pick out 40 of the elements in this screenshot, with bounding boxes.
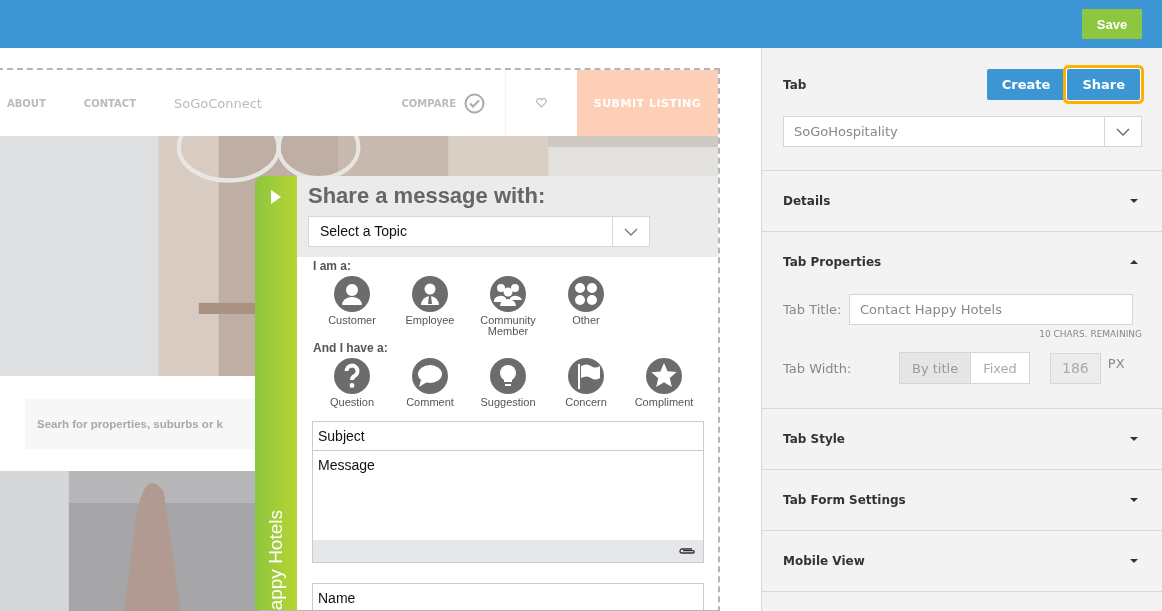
tab-label: appy Hotels [265, 509, 287, 610]
feedback-option[interactable]: Suggestion [469, 358, 547, 421]
role-option[interactable]: Other [547, 276, 625, 339]
role-option[interactable]: Employee [391, 276, 469, 339]
question-mark-icon[interactable] [334, 358, 370, 394]
tab-select[interactable]: SoGoHospitality [783, 116, 1142, 147]
feedback-option[interactable]: Concern [547, 358, 625, 421]
topic-select[interactable]: Select a Topic [308, 216, 650, 247]
message-box[interactable]: Message [312, 451, 704, 563]
group-icon[interactable] [490, 276, 526, 312]
field-label: Tab Width: [783, 360, 853, 376]
search-field[interactable]: Searh for properties, suburbs or k [25, 398, 257, 449]
section-label: And I have a: [313, 341, 389, 355]
tab-title-field[interactable]: Contact Happy Hotels [849, 294, 1133, 325]
four-dots-icon[interactable] [568, 276, 604, 312]
feedback-option[interactable]: Question [313, 358, 391, 421]
light-bulb-icon[interactable] [490, 358, 526, 394]
person-icon[interactable] [334, 276, 370, 312]
text-field[interactable]: Name [312, 583, 704, 610]
person-with-tie-icon[interactable] [412, 276, 448, 312]
section-header[interactable]: Details [762, 171, 1162, 231]
section-header[interactable]: Tab Style [762, 409, 1162, 469]
flag-icon[interactable] [568, 358, 604, 394]
section-header[interactable]: Mobile View [762, 531, 1162, 591]
feedback-option[interactable]: Compliment [625, 358, 703, 421]
section-header[interactable]: Tab Form Settings [762, 470, 1162, 530]
role-option[interactable]: Community Member [469, 276, 547, 339]
unit-label: PX [1107, 356, 1125, 371]
speech-bubble-icon[interactable] [412, 358, 448, 394]
field-label: Tab Title: [783, 302, 843, 317]
section-title: Tab [783, 77, 807, 92]
chars-remaining: 10 CHARS. REMAINING [1038, 329, 1142, 339]
section-header[interactable]: Tab Properties [762, 232, 1162, 292]
form-heading: Share a message with: [308, 183, 547, 209]
feedback-option[interactable]: Comment [391, 358, 469, 421]
check-icon [464, 92, 485, 114]
text-field[interactable]: Subject [312, 421, 704, 451]
paperclip-icon[interactable] [678, 547, 696, 555]
section-label: I am a: [313, 259, 352, 273]
role-option[interactable]: Customer [313, 276, 391, 339]
